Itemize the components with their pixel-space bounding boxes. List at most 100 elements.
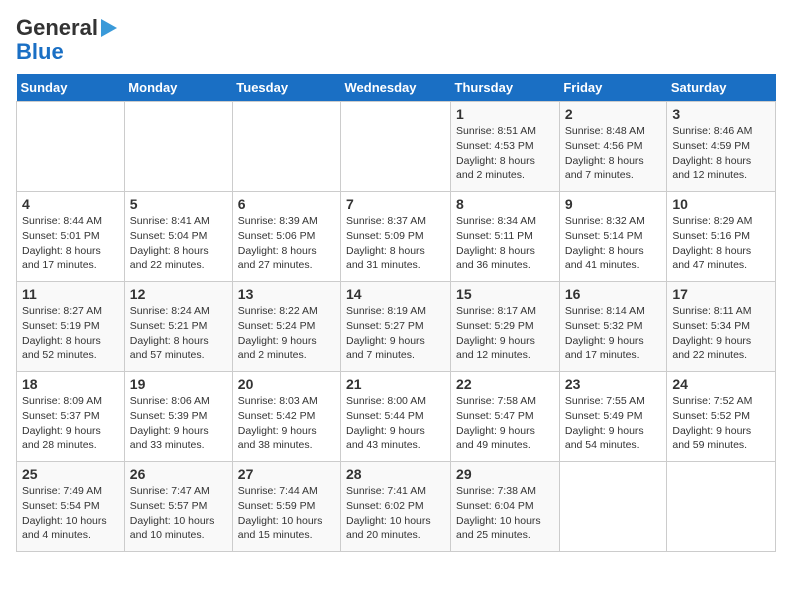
weekday-header-tuesday: Tuesday	[232, 74, 340, 102]
day-info: Sunrise: 8:48 AM Sunset: 4:56 PM Dayligh…	[565, 124, 662, 183]
calendar-cell	[559, 462, 667, 552]
day-info: Sunrise: 8:09 AM Sunset: 5:37 PM Dayligh…	[22, 394, 119, 453]
day-info: Sunrise: 8:24 AM Sunset: 5:21 PM Dayligh…	[130, 304, 227, 363]
calendar-cell: 5 Sunrise: 8:41 AM Sunset: 5:04 PM Daylig…	[124, 192, 232, 282]
day-info: Sunrise: 8:11 AM Sunset: 5:34 PM Dayligh…	[672, 304, 770, 363]
day-number: 10	[672, 196, 770, 212]
day-number: 21	[346, 376, 445, 392]
day-number: 23	[565, 376, 662, 392]
calendar-cell: 16Sunrise: 8:14 AM Sunset: 5:32 PM Dayli…	[559, 282, 667, 372]
day-number: 25	[22, 466, 119, 482]
calendar-cell: 15 Sunrise: 8:17 AM Sunset: 5:29 PM Dayli…	[451, 282, 560, 372]
day-info: Sunrise: 8:00 AM Sunset: 5:44 PM Dayligh…	[346, 394, 445, 453]
calendar-cell: 21 Sunrise: 8:00 AM Sunset: 5:44 PM Dayli…	[341, 372, 451, 462]
day-number: 12	[130, 286, 227, 302]
day-number: 27	[238, 466, 335, 482]
day-info: Sunrise: 8:32 AM Sunset: 5:14 PM Dayligh…	[565, 214, 662, 273]
calendar-cell	[341, 102, 451, 192]
calendar-cell: 22 Sunrise: 7:58 AM Sunset: 5:47 PM Dayli…	[451, 372, 560, 462]
calendar-cell: 28 Sunrise: 7:41 AM Sunset: 6:02 PM Dayli…	[341, 462, 451, 552]
day-number: 19	[130, 376, 227, 392]
day-number: 22	[456, 376, 554, 392]
logo-blue: Blue	[16, 40, 64, 64]
day-info: Sunrise: 8:29 AM Sunset: 5:16 PM Dayligh…	[672, 214, 770, 273]
day-info: Sunrise: 7:38 AM Sunset: 6:04 PM Dayligh…	[456, 484, 554, 543]
day-number: 9	[565, 196, 662, 212]
weekday-header-thursday: Thursday	[451, 74, 560, 102]
calendar-cell: 12 Sunrise: 8:24 AM Sunset: 5:21 PM Dayli…	[124, 282, 232, 372]
calendar-cell: 27 Sunrise: 7:44 AM Sunset: 5:59 PM Dayli…	[232, 462, 340, 552]
day-number: 24	[672, 376, 770, 392]
calendar-cell: 20 Sunrise: 8:03 AM Sunset: 5:42 PM Dayli…	[232, 372, 340, 462]
calendar-cell: 14Sunrise: 8:19 AM Sunset: 5:27 PM Dayli…	[341, 282, 451, 372]
day-number: 3	[672, 106, 770, 122]
weekday-header-friday: Friday	[559, 74, 667, 102]
calendar-cell	[124, 102, 232, 192]
logo-general: General	[16, 16, 98, 40]
logo: General Blue	[16, 16, 117, 64]
calendar-cell: 8 Sunrise: 8:34 AM Sunset: 5:11 PM Daylig…	[451, 192, 560, 282]
day-number: 8	[456, 196, 554, 212]
calendar-cell: 29 Sunrise: 7:38 AM Sunset: 6:04 PM Dayli…	[451, 462, 560, 552]
calendar-cell: 18Sunrise: 8:09 AM Sunset: 5:37 PM Dayli…	[17, 372, 125, 462]
calendar-cell: 3 Sunrise: 8:46 AM Sunset: 4:59 PM Daylig…	[667, 102, 776, 192]
day-info: Sunrise: 7:44 AM Sunset: 5:59 PM Dayligh…	[238, 484, 335, 543]
day-info: Sunrise: 8:34 AM Sunset: 5:11 PM Dayligh…	[456, 214, 554, 273]
day-info: Sunrise: 7:52 AM Sunset: 5:52 PM Dayligh…	[672, 394, 770, 453]
calendar-cell	[17, 102, 125, 192]
day-info: Sunrise: 7:55 AM Sunset: 5:49 PM Dayligh…	[565, 394, 662, 453]
day-info: Sunrise: 7:58 AM Sunset: 5:47 PM Dayligh…	[456, 394, 554, 453]
day-info: Sunrise: 7:41 AM Sunset: 6:02 PM Dayligh…	[346, 484, 445, 543]
day-number: 20	[238, 376, 335, 392]
weekday-header-saturday: Saturday	[667, 74, 776, 102]
calendar-cell: 25 Sunrise: 7:49 AM Sunset: 5:54 PM Dayli…	[17, 462, 125, 552]
calendar-cell: 19 Sunrise: 8:06 AM Sunset: 5:39 PM Dayli…	[124, 372, 232, 462]
day-number: 13	[238, 286, 335, 302]
weekday-header-wednesday: Wednesday	[341, 74, 451, 102]
day-info: Sunrise: 8:51 AM Sunset: 4:53 PM Dayligh…	[456, 124, 554, 183]
calendar-cell: 13 Sunrise: 8:22 AM Sunset: 5:24 PM Dayli…	[232, 282, 340, 372]
calendar-cell: 9 Sunrise: 8:32 AM Sunset: 5:14 PM Daylig…	[559, 192, 667, 282]
day-number: 11	[22, 286, 119, 302]
day-number: 1	[456, 106, 554, 122]
day-info: Sunrise: 8:22 AM Sunset: 5:24 PM Dayligh…	[238, 304, 335, 363]
day-info: Sunrise: 8:41 AM Sunset: 5:04 PM Dayligh…	[130, 214, 227, 273]
calendar-cell: 7 Sunrise: 8:37 AM Sunset: 5:09 PM Daylig…	[341, 192, 451, 282]
day-info: Sunrise: 8:06 AM Sunset: 5:39 PM Dayligh…	[130, 394, 227, 453]
calendar-table: SundayMondayTuesdayWednesdayThursdayFrid…	[16, 74, 776, 552]
day-info: Sunrise: 8:19 AM Sunset: 5:27 PM Dayligh…	[346, 304, 445, 363]
day-info: Sunrise: 7:47 AM Sunset: 5:57 PM Dayligh…	[130, 484, 227, 543]
day-number: 16	[565, 286, 662, 302]
calendar-cell	[667, 462, 776, 552]
day-info: Sunrise: 8:03 AM Sunset: 5:42 PM Dayligh…	[238, 394, 335, 453]
day-info: Sunrise: 8:44 AM Sunset: 5:01 PM Dayligh…	[22, 214, 119, 273]
calendar-cell: 4Sunrise: 8:44 AM Sunset: 5:01 PM Daylig…	[17, 192, 125, 282]
day-number: 17	[672, 286, 770, 302]
day-info: Sunrise: 7:49 AM Sunset: 5:54 PM Dayligh…	[22, 484, 119, 543]
calendar-cell	[232, 102, 340, 192]
calendar-cell: 26 Sunrise: 7:47 AM Sunset: 5:57 PM Dayli…	[124, 462, 232, 552]
day-number: 6	[238, 196, 335, 212]
day-number: 15	[456, 286, 554, 302]
day-info: Sunrise: 8:27 AM Sunset: 5:19 PM Dayligh…	[22, 304, 119, 363]
header: General Blue	[16, 16, 776, 64]
day-info: Sunrise: 8:46 AM Sunset: 4:59 PM Dayligh…	[672, 124, 770, 183]
day-number: 2	[565, 106, 662, 122]
calendar-cell: 17 Sunrise: 8:11 AM Sunset: 5:34 PM Dayli…	[667, 282, 776, 372]
day-info: Sunrise: 8:17 AM Sunset: 5:29 PM Dayligh…	[456, 304, 554, 363]
weekday-header-sunday: Sunday	[17, 74, 125, 102]
calendar-cell: 10 Sunrise: 8:29 AM Sunset: 5:16 PM Dayli…	[667, 192, 776, 282]
calendar-cell: 1 Sunrise: 8:51 AM Sunset: 4:53 PM Daylig…	[451, 102, 560, 192]
day-number: 7	[346, 196, 445, 212]
calendar-cell: 6 Sunrise: 8:39 AM Sunset: 5:06 PM Daylig…	[232, 192, 340, 282]
day-number: 26	[130, 466, 227, 482]
day-number: 29	[456, 466, 554, 482]
calendar-cell: 11 Sunrise: 8:27 AM Sunset: 5:19 PM Dayli…	[17, 282, 125, 372]
calendar-cell: 23 Sunrise: 7:55 AM Sunset: 5:49 PM Dayli…	[559, 372, 667, 462]
day-number: 5	[130, 196, 227, 212]
day-info: Sunrise: 8:39 AM Sunset: 5:06 PM Dayligh…	[238, 214, 335, 273]
calendar-cell: 2 Sunrise: 8:48 AM Sunset: 4:56 PM Daylig…	[559, 102, 667, 192]
day-number: 28	[346, 466, 445, 482]
day-info: Sunrise: 8:37 AM Sunset: 5:09 PM Dayligh…	[346, 214, 445, 273]
calendar-cell: 24 Sunrise: 7:52 AM Sunset: 5:52 PM Dayli…	[667, 372, 776, 462]
